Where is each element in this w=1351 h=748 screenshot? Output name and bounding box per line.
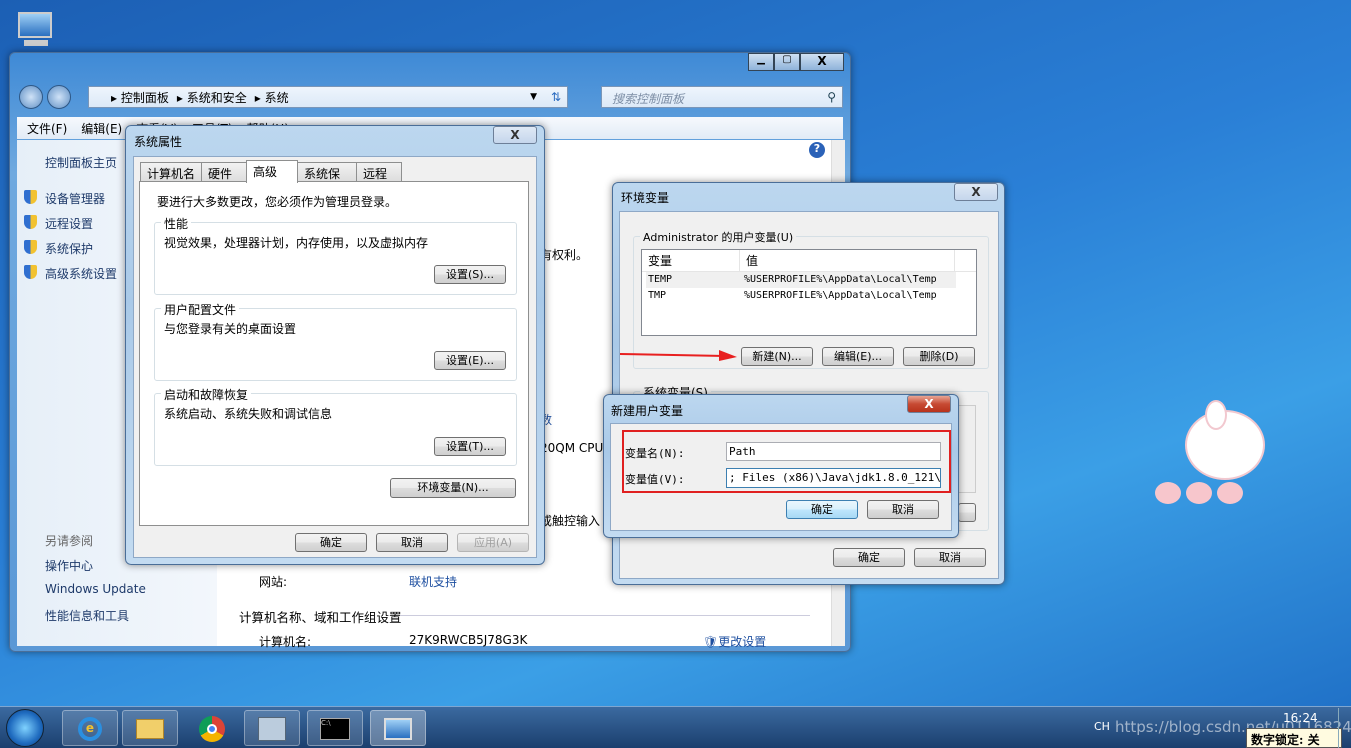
refresh-icon[interactable]: ⇅	[551, 90, 561, 104]
column-header-variable[interactable]: 变量	[642, 250, 740, 271]
environment-variables-button[interactable]: 环境变量(N)...	[390, 478, 516, 498]
tab-advanced[interactable]: 高级	[246, 160, 298, 183]
shield-icon	[24, 190, 37, 204]
taskbar-system-icon[interactable]	[370, 710, 426, 746]
user-variables-list[interactable]: 变量 值 TEMP %USERPROFILE%\AppData\Local\Tem…	[641, 249, 977, 336]
cancel-button[interactable]: 取消	[376, 533, 448, 552]
delete-variable-button[interactable]: 删除(D)	[903, 347, 975, 366]
start-button[interactable]	[6, 709, 44, 747]
menu-file[interactable]: 文件(F)	[27, 120, 67, 136]
menu-edit[interactable]: 编辑(E)	[81, 120, 122, 136]
section-title: 计算机名称、域和工作组设置	[239, 610, 402, 625]
cancel-button[interactable]: 取消	[914, 548, 986, 567]
bunny-sticker-icon	[1150, 400, 1290, 512]
cancel-button[interactable]: 取消	[867, 500, 939, 519]
taskbar-explorer-icon[interactable]	[122, 710, 178, 746]
content-text: 或触控输入	[540, 514, 601, 528]
see-also-label: 另请参阅	[45, 534, 94, 548]
show-desktop-button[interactable]	[1338, 708, 1351, 748]
group-desc: 视觉效果，处理器计划，内存使用，以及虚拟内存	[164, 236, 429, 250]
taskbar-control-panel-icon[interactable]	[244, 710, 300, 746]
admin-notice: 要进行大多数更改，您必须作为管理员登录。	[157, 195, 398, 209]
numlock-status: 数字锁定: 关	[1246, 728, 1342, 748]
sidebar-item-action-center[interactable]: 操作中心	[45, 557, 93, 574]
sidebar-item-remote[interactable]: 远程设置	[45, 215, 93, 232]
tab-computer-name[interactable]: 计算机名	[140, 162, 202, 182]
change-settings-link[interactable]: 🛡更改设置	[703, 633, 766, 650]
sidebar-item-protection[interactable]: 系统保护	[45, 240, 93, 257]
shield-icon	[24, 215, 37, 229]
computer-name-value: 27K9RWCB5J78G3K	[409, 633, 528, 647]
group-desc: 与您登录有关的桌面设置	[164, 322, 297, 336]
address-bar[interactable]: ▸ 控制面板 ▸ 系统和安全 ▸ 系统 ▼ ⇅	[88, 86, 568, 108]
taskbar-cmd-icon[interactable]: C:\	[307, 710, 363, 746]
scrollbar[interactable]	[958, 405, 976, 493]
user-profile-group: 用户配置文件 与您登录有关的桌面设置	[154, 301, 517, 381]
close-button[interactable]: X	[800, 53, 844, 71]
close-button[interactable]: X	[907, 395, 951, 413]
dialog-title: 新建用户变量	[611, 404, 684, 418]
website-label: 网站:	[259, 575, 288, 589]
group-desc: 系统启动、系统失败和调试信息	[164, 407, 333, 421]
back-button[interactable]	[19, 85, 43, 109]
shield-icon	[24, 240, 37, 254]
sidebar-item-windows-update[interactable]: Windows Update	[45, 582, 146, 596]
apply-button[interactable]: 应用(A)	[457, 533, 529, 552]
arrow-annotation	[619, 350, 737, 361]
language-indicator[interactable]: CH	[1094, 720, 1110, 733]
help-icon[interactable]: ?	[809, 142, 825, 158]
table-row[interactable]: TEMP %USERPROFILE%\AppData\Local\Temp	[646, 272, 956, 288]
divider	[400, 615, 810, 616]
forward-button[interactable]	[47, 85, 71, 109]
performance-group: 性能 视觉效果，处理器计划，内存使用，以及虚拟内存	[154, 215, 517, 295]
breadcrumb-item[interactable]: ▸ 控制面板	[111, 89, 169, 106]
maximize-button[interactable]: ▢	[774, 53, 800, 71]
search-input[interactable]: 搜索控制面板 ⚲	[601, 86, 843, 108]
chevron-down-icon[interactable]: ▼	[530, 92, 537, 102]
minimize-button[interactable]: ▁	[748, 53, 774, 71]
breadcrumb-item[interactable]: ▸ 系统和安全	[177, 89, 247, 106]
taskbar-ie-icon[interactable]: e	[62, 710, 118, 746]
computer-name-label: 计算机名:	[259, 635, 312, 649]
startup-settings-button[interactable]: 设置(T)...	[434, 437, 506, 456]
support-link[interactable]: 联机支持	[409, 573, 457, 590]
sidebar-item-advanced[interactable]: 高级系统设置	[45, 265, 117, 282]
dialog-title: 环境变量	[621, 191, 670, 205]
new-variable-button[interactable]: 新建(N)...	[741, 347, 813, 366]
button-partial[interactable]	[958, 503, 976, 522]
variable-name-input[interactable]: Path	[726, 442, 941, 461]
tab-system-protection[interactable]: 系统保护	[297, 162, 357, 198]
profile-settings-button[interactable]: 设置(E)...	[434, 351, 506, 370]
ok-button[interactable]: 确定	[833, 548, 905, 567]
clock[interactable]: 16:24	[1283, 711, 1318, 725]
content-text: 有权利。	[540, 248, 589, 262]
ok-button[interactable]: 确定	[295, 533, 367, 552]
close-button[interactable]: X	[493, 126, 537, 144]
sidebar-item-device-manager[interactable]: 设备管理器	[45, 190, 105, 207]
column-header-value[interactable]: 值	[740, 250, 955, 271]
breadcrumb-item[interactable]: ▸ 系统	[255, 89, 289, 106]
shield-icon	[24, 265, 37, 279]
taskbar-chrome-icon[interactable]	[184, 710, 240, 746]
content-text: 20QM CPU	[540, 441, 604, 455]
edit-variable-button[interactable]: 编辑(E)...	[822, 347, 894, 366]
name-label: 变量名(N):	[625, 447, 685, 460]
value-label: 变量值(V):	[625, 473, 685, 486]
table-row[interactable]: TMP %USERPROFILE%\AppData\Local\Temp	[646, 288, 956, 304]
sidebar-home[interactable]: 控制面板主页	[45, 154, 117, 171]
variable-value-input[interactable]: ; Files (x86)\Java\jdk1.8.0_121\bin;	[726, 468, 941, 488]
tab-remote[interactable]: 远程	[356, 162, 402, 182]
tab-hardware[interactable]: 硬件	[201, 162, 247, 182]
performance-settings-button[interactable]: 设置(S)...	[434, 265, 506, 284]
dialog-title: 系统属性	[134, 135, 183, 149]
close-button[interactable]: X	[954, 183, 998, 201]
computer-icon[interactable]	[14, 12, 56, 48]
sidebar-item-performance[interactable]: 性能信息和工具	[45, 607, 129, 624]
window-controls: ▁ ▢ X	[748, 53, 844, 71]
search-icon[interactable]: ⚲	[827, 90, 836, 104]
ok-button[interactable]: 确定	[786, 500, 858, 519]
